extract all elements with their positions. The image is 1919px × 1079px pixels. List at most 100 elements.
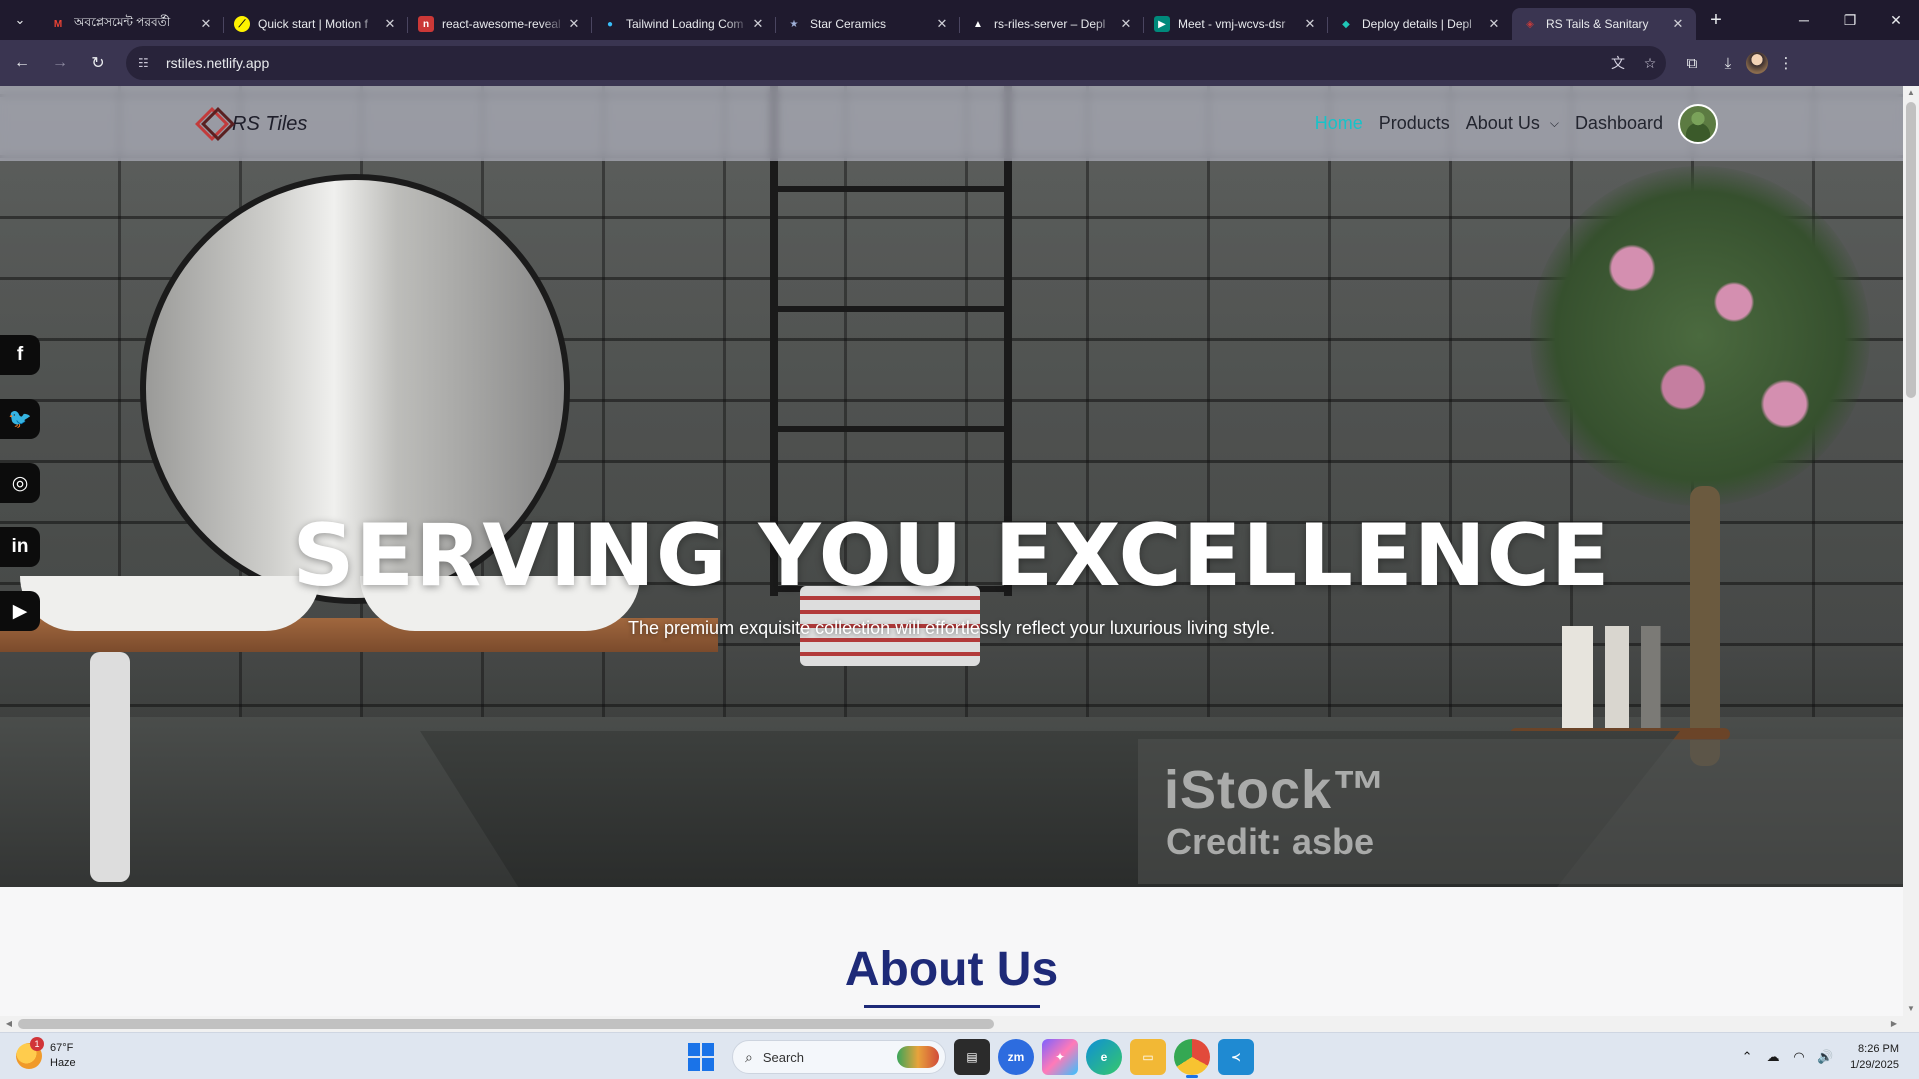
close-tab-icon[interactable]: ✕ xyxy=(1670,16,1686,32)
youtube-icon[interactable]: ▶ xyxy=(0,591,40,631)
onedrive-icon[interactable]: ☁ xyxy=(1760,1049,1786,1065)
nav-about-dropdown[interactable]: About Us ⌵ xyxy=(1466,113,1559,134)
twitter-icon[interactable]: 🐦 xyxy=(0,399,40,439)
about-heading: About Us xyxy=(844,943,1059,996)
browser-tab-active[interactable]: ◈ RS Tails & Sanitary ✕ xyxy=(1512,8,1696,40)
close-tab-icon[interactable]: ✕ xyxy=(566,16,582,32)
browser-tab[interactable]: ★ Star Ceramics ✕ xyxy=(776,8,960,40)
user-avatar[interactable] xyxy=(1678,104,1718,144)
scroll-left-icon[interactable]: ◀ xyxy=(2,1016,16,1032)
taskbar-apps: ⌕ Search ▤ zm ✦ e ▭ ≺ xyxy=(680,1039,1254,1078)
nav-products-link[interactable]: Products xyxy=(1379,113,1450,134)
browser-tab[interactable]: M অবপ্লেসমেন্ট পরবর্তী ✕ xyxy=(40,8,224,40)
clock[interactable]: 8:26 PM 1/29/2025 xyxy=(1850,1041,1899,1073)
tab-title: অবপ্লেসমেন্ট পরবর্তী xyxy=(74,15,171,29)
tab-title: Star Ceramics xyxy=(810,17,887,31)
scroll-up-icon[interactable]: ▲ xyxy=(1903,86,1919,100)
task-view-icon[interactable]: ▤ xyxy=(954,1039,990,1075)
brand-link[interactable]: RS Tiles xyxy=(194,106,307,142)
back-button[interactable]: ← xyxy=(6,47,38,79)
close-tab-icon[interactable]: ✕ xyxy=(382,16,398,32)
tab-title: rs-riles-server – Depl xyxy=(994,17,1106,31)
horizontal-scrollbar[interactable]: ◀ ▶ xyxy=(0,1016,1919,1032)
close-tab-icon[interactable]: ✕ xyxy=(198,16,214,32)
horizontal-scroll-thumb[interactable] xyxy=(18,1019,994,1029)
kebab-menu-icon: ⋮ xyxy=(1778,55,1794,72)
bookmark-star-icon[interactable]: ☆ xyxy=(1634,55,1666,72)
new-tab-button[interactable]: + xyxy=(1702,6,1730,34)
zoom-icon[interactable]: zm xyxy=(998,1039,1034,1075)
gmail-icon: M xyxy=(53,18,63,30)
nav-about-label: About Us xyxy=(1465,113,1540,133)
weather-sun-icon: 1 xyxy=(16,1037,44,1069)
nav-dashboard-link[interactable]: Dashboard xyxy=(1575,113,1663,134)
windows-start-icon[interactable] xyxy=(688,1043,716,1071)
extensions-button[interactable]: ⧉ xyxy=(1674,47,1710,79)
tab-search-button[interactable]: ⌄ xyxy=(6,6,34,34)
menu-button[interactable]: ⋮ xyxy=(1768,47,1804,79)
profile-avatar[interactable] xyxy=(1746,52,1768,74)
hero-subtitle: The premium exquisite collection will ef… xyxy=(628,618,1275,638)
browser-tab[interactable]: ⟋ Quick start | Motion f ✕ xyxy=(224,8,408,40)
close-tab-icon[interactable]: ✕ xyxy=(750,16,766,32)
linkedin-icon[interactable]: in xyxy=(0,527,40,567)
browser-toolbar: ← → ↻ ☷ rstiles.netlify.app 文 ☆ ⧉ ⤓ ⋮ xyxy=(0,40,1919,86)
vertical-scroll-thumb[interactable] xyxy=(1906,102,1916,398)
close-tab-icon[interactable]: ✕ xyxy=(1302,16,1318,32)
file-explorer-icon[interactable]: ▭ xyxy=(1130,1039,1166,1075)
url-text: rstiles.netlify.app xyxy=(166,55,270,71)
tab-title: Quick start | Motion f xyxy=(258,17,368,31)
taskbar-search[interactable]: ⌕ Search xyxy=(732,1040,946,1074)
watermark-credit: Credit: asbe xyxy=(1166,821,1375,862)
browser-tab[interactable]: ● Tailwind Loading Com ✕ xyxy=(592,8,776,40)
close-tab-icon[interactable]: ✕ xyxy=(934,16,950,32)
vertical-scrollbar[interactable]: ▲ ▼ xyxy=(1903,86,1919,1016)
browser-tab[interactable]: ◆ Deploy details | Depl ✕ xyxy=(1328,8,1512,40)
plus-icon: + xyxy=(1710,8,1722,31)
facebook-icon[interactable]: f xyxy=(0,335,40,375)
arrow-right-icon: → xyxy=(52,54,68,71)
vscode-icon[interactable]: ≺ xyxy=(1218,1039,1254,1075)
wifi-icon[interactable]: ◠ xyxy=(1786,1049,1812,1065)
tab-strip: ⌄ M অবপ্লেসমেন্ট পরবর্তী ✕ ⟋ Quick start… xyxy=(0,0,1919,40)
taskbar: 1 67°F Haze ⌕ Search ▤ zm ✦ e ▭ ≺ ⌃ ☁ ◠ … xyxy=(0,1032,1919,1079)
site-info-icon[interactable]: ☷ xyxy=(138,56,154,70)
reload-button[interactable]: ↻ xyxy=(82,47,114,79)
translate-icon[interactable]: 文 xyxy=(1602,53,1634,73)
meet-icon: ▶ xyxy=(1154,16,1170,32)
scroll-right-icon[interactable]: ▶ xyxy=(1887,1016,1901,1032)
minimize-button[interactable]: ─ xyxy=(1781,0,1827,40)
address-bar[interactable]: ☷ rstiles.netlify.app 文 ☆ xyxy=(126,46,1666,80)
downloads-button[interactable]: ⤓ xyxy=(1710,47,1746,79)
close-tab-icon[interactable]: ✕ xyxy=(1118,16,1134,32)
tab-title: react-awesome-reveal xyxy=(442,17,561,31)
about-underline xyxy=(864,1005,1040,1008)
scroll-down-icon[interactable]: ▼ xyxy=(1903,1002,1919,1016)
forward-button[interactable]: → xyxy=(44,47,76,79)
chevron-down-icon: ⌵ xyxy=(1549,116,1559,130)
restore-button[interactable]: ❐ xyxy=(1827,0,1873,40)
rs-logo-icon: ◈ xyxy=(1526,18,1534,30)
close-tab-icon[interactable]: ✕ xyxy=(1486,16,1502,32)
search-highlight-icon xyxy=(897,1046,939,1068)
edge-icon[interactable]: e xyxy=(1086,1039,1122,1075)
instagram-icon[interactable]: ◎ xyxy=(0,463,40,503)
close-icon: ✕ xyxy=(1890,11,1902,28)
tab-title: Deploy details | Depl xyxy=(1362,17,1472,31)
browser-tab[interactable]: n react-awesome-reveal ✕ xyxy=(408,8,592,40)
weather-widget[interactable]: 1 67°F Haze xyxy=(16,1037,76,1071)
nav-home-link[interactable]: Home xyxy=(1315,113,1363,134)
tailwind-icon: ● xyxy=(606,18,614,30)
volume-icon[interactable]: 🔊 xyxy=(1812,1049,1838,1065)
window-controls: ─ ❐ ✕ xyxy=(1781,0,1919,40)
puzzle-icon: ⧉ xyxy=(1686,54,1698,72)
chrome-icon[interactable] xyxy=(1174,1039,1210,1078)
site-navbar: RS Tiles Home Products About Us ⌵ Dashboa… xyxy=(0,86,1903,161)
restore-icon: ❐ xyxy=(1843,11,1857,28)
browser-tab[interactable]: ▲ rs-riles-server – Depl ✕ xyxy=(960,8,1144,40)
chevron-up-icon[interactable]: ⌃ xyxy=(1734,1049,1760,1065)
browser-tab[interactable]: ▶ Meet - vmj-wcvs-dsr ✕ xyxy=(1144,8,1328,40)
copilot-icon[interactable]: ✦ xyxy=(1042,1039,1078,1075)
close-window-button[interactable]: ✕ xyxy=(1873,0,1919,40)
minimize-icon: ─ xyxy=(1799,12,1809,28)
